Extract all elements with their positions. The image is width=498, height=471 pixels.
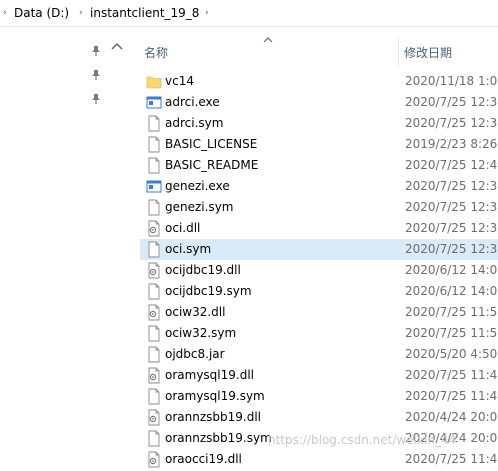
file-name: oramysql19.dll bbox=[165, 368, 254, 382]
breadcrumb-item-folder[interactable]: instantclient_19_8 bbox=[90, 6, 199, 20]
file-date-modified: 2020/7/25 11:41 bbox=[405, 452, 498, 466]
file-date-modified: 2020/7/25 11:56 bbox=[405, 305, 498, 319]
exe-icon bbox=[146, 94, 162, 111]
file-date-modified: 2020/7/25 12:39 bbox=[405, 179, 498, 193]
watermark-text: https://blog.csdn.net/weixin_44 bbox=[268, 433, 457, 447]
file-icon bbox=[146, 283, 162, 300]
file-date-modified: 2020/7/25 12:32 bbox=[405, 242, 498, 256]
column-header-name[interactable]: 名称 bbox=[144, 44, 168, 61]
file-name: genezi.sym bbox=[165, 200, 234, 214]
file-icon bbox=[146, 199, 162, 216]
file-row[interactable]: ocijdbc19.sym 2020/6/12 14:08 bbox=[140, 281, 498, 302]
file-date-modified: 2020/7/25 12:39 bbox=[405, 95, 498, 109]
file-row[interactable]: genezi.sym 2020/7/25 12:39 bbox=[140, 197, 498, 218]
chevron-right-icon[interactable]: › bbox=[79, 7, 89, 19]
file-icon bbox=[146, 157, 162, 174]
file-name: ocijdbc19.sym bbox=[165, 284, 252, 298]
file-row[interactable]: oramysql19.sym 2020/7/25 11:41 bbox=[140, 386, 498, 407]
file-row[interactable]: oramysql19.dll 2020/7/25 11:41 bbox=[140, 365, 498, 386]
pin-icon[interactable] bbox=[90, 93, 102, 105]
file-name: BASIC_README bbox=[165, 158, 259, 172]
dll-icon bbox=[146, 367, 162, 384]
file-name: orannzsbb19.dll bbox=[165, 410, 261, 424]
file-date-modified: 2020/7/25 11:55 bbox=[405, 326, 498, 340]
dll-icon bbox=[146, 409, 162, 426]
file-row[interactable]: ociw32.dll 2020/7/25 11:56 bbox=[140, 302, 498, 323]
file-row[interactable]: orannzsbb19.dll 2020/4/24 20:01 bbox=[140, 407, 498, 428]
file-icon bbox=[146, 346, 162, 363]
file-row[interactable]: ojdbc8.jar 2020/5/20 4:50 bbox=[140, 344, 498, 365]
file-name: vc14 bbox=[165, 74, 194, 88]
file-row[interactable]: oci.dll 2020/7/25 12:32 bbox=[140, 218, 498, 239]
navigation-pane bbox=[0, 27, 108, 458]
file-name: oramysql19.sym bbox=[165, 389, 265, 403]
file-name: adrci.sym bbox=[165, 116, 224, 130]
file-date-modified: 2020/7/25 12:40 bbox=[405, 158, 498, 172]
file-name: oci.sym bbox=[165, 242, 212, 256]
file-icon bbox=[146, 388, 162, 405]
exe-icon bbox=[146, 178, 162, 195]
sort-ascending-icon bbox=[263, 37, 273, 43]
dll-icon bbox=[146, 220, 162, 237]
pin-icon[interactable] bbox=[90, 69, 102, 81]
file-row[interactable]: oraocci19.dll 2020/7/25 11:41 bbox=[140, 449, 498, 470]
file-icon bbox=[146, 325, 162, 342]
file-icon bbox=[146, 136, 162, 153]
file-date-modified: 2020/7/25 11:41 bbox=[405, 389, 498, 403]
file-icon bbox=[146, 115, 162, 132]
file-date-modified: 2020/5/20 4:50 bbox=[405, 347, 498, 361]
file-date-modified: 2020/6/12 14:08 bbox=[405, 284, 498, 298]
file-date-modified: 2020/6/12 14:08 bbox=[405, 263, 498, 277]
file-name: adrci.exe bbox=[165, 95, 220, 109]
column-header-date-modified[interactable]: 修改日期 bbox=[404, 44, 452, 61]
file-name: orannzsbb19.sym bbox=[165, 431, 272, 445]
chevron-right-icon[interactable]: › bbox=[205, 7, 215, 19]
file-icon bbox=[146, 430, 162, 447]
dll-icon bbox=[146, 304, 162, 321]
dll-icon bbox=[146, 262, 162, 279]
file-row[interactable]: adrci.exe 2020/7/25 12:39 bbox=[140, 92, 498, 113]
file-row[interactable]: ocijdbc19.dll 2020/6/12 14:08 bbox=[140, 260, 498, 281]
dll-icon bbox=[146, 451, 162, 468]
file-row[interactable]: oci.sym 2020/7/25 12:32 bbox=[140, 239, 498, 260]
breadcrumb-item-drive[interactable]: Data (D:) bbox=[14, 6, 69, 20]
file-name: genezi.exe bbox=[165, 179, 230, 193]
file-date-modified: 2020/4/24 20:01 bbox=[405, 410, 498, 424]
file-row[interactable]: BASIC_README 2020/7/25 12:40 bbox=[140, 155, 498, 176]
file-name: ociw32.dll bbox=[165, 305, 226, 319]
file-date-modified: 2020/7/25 12:39 bbox=[405, 116, 498, 130]
pin-icon[interactable] bbox=[90, 45, 102, 57]
file-name: ociw32.sym bbox=[165, 326, 237, 340]
address-bar[interactable]: › Data (D:) › instantclient_19_8 › bbox=[0, 0, 498, 27]
scroll-up-icon[interactable] bbox=[111, 41, 123, 51]
file-name: ocijdbc19.dll bbox=[165, 263, 241, 277]
file-row[interactable]: adrci.sym 2020/7/25 12:39 bbox=[140, 113, 498, 134]
file-row[interactable]: genezi.exe 2020/7/25 12:39 bbox=[140, 176, 498, 197]
file-name: oraocci19.dll bbox=[165, 452, 242, 466]
file-name: oci.dll bbox=[165, 221, 201, 235]
file-date-modified: 2019/2/23 8:26 bbox=[405, 137, 498, 151]
folder-icon bbox=[146, 73, 162, 90]
chevron-right-icon[interactable]: › bbox=[3, 7, 13, 19]
file-date-modified: 2020/7/25 11:41 bbox=[405, 368, 498, 382]
file-row[interactable]: ociw32.sym 2020/7/25 11:55 bbox=[140, 323, 498, 344]
file-date-modified: 2020/7/25 12:32 bbox=[405, 221, 498, 235]
file-date-modified: 2020/7/25 12:39 bbox=[405, 200, 498, 214]
file-icon bbox=[146, 241, 162, 258]
file-name: ojdbc8.jar bbox=[165, 347, 225, 361]
navigation-scrollbar[interactable] bbox=[108, 27, 126, 458]
file-row[interactable]: vc14 2020/11/18 1:05 bbox=[140, 71, 498, 92]
file-date-modified: 2020/11/18 1:05 bbox=[405, 74, 498, 88]
file-row[interactable]: BASIC_LICENSE 2019/2/23 8:26 bbox=[140, 134, 498, 155]
file-name: BASIC_LICENSE bbox=[165, 137, 258, 151]
column-divider[interactable] bbox=[398, 37, 399, 66]
